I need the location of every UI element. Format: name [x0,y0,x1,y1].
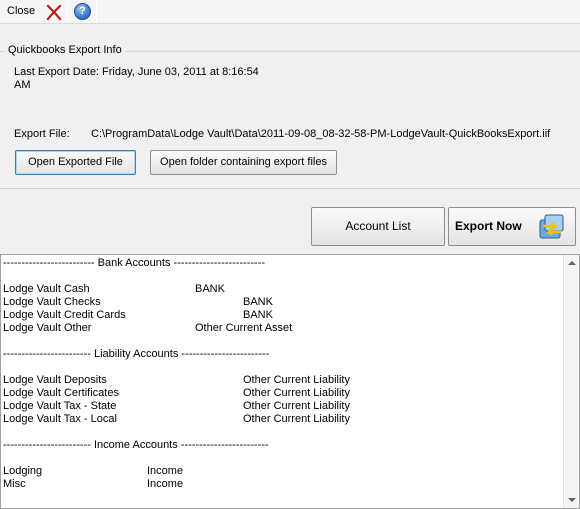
toolbar-separator [67,2,68,22]
export-now-button[interactable]: Export Now [448,207,576,246]
list-item: Lodge Vault Deposits Other Current Liabil… [3,374,350,386]
scroll-down-icon[interactable] [568,498,576,502]
income-header: ------------------------ Income Accounts… [3,439,269,451]
open-exported-file-button[interactable]: Open Exported File [15,150,136,175]
toolbar-separator [96,2,97,22]
close-x-icon[interactable] [45,3,63,21]
list-item: Lodge Vault Tax - State Other Current Lia… [3,400,350,412]
scroll-up-icon[interactable] [568,261,576,265]
list-item: Lodge Vault Certificates Other Current Li… [3,387,350,399]
list-item: Lodging Income [3,465,184,477]
vertical-scrollbar[interactable] [563,255,579,508]
accounts-textarea[interactable]: ------------------------- Bank Accounts … [0,254,580,509]
last-export-date: Last Export Date: Friday, June 03, 2011 … [14,66,264,92]
account-list-button[interactable]: Account List [311,207,445,246]
close-label[interactable]: Close [7,5,35,17]
list-item: Lodge Vault Cash BANK [3,283,225,295]
export-file-label: Export File: [14,128,70,140]
export-now-label: Export Now [455,219,522,233]
last-export-line1: Last Export Date: Friday, June 03, 2011 … [14,66,259,78]
divider [0,188,580,189]
list-item: Lodge Vault Other Other Current Asset [3,322,293,334]
list-item: Misc Income [3,478,184,490]
export-file-path: C:\ProgramData\Lodge Vault\Data\2011-09-… [91,128,551,140]
group-title: Quickbooks Export Info [5,44,125,56]
liability-header: ------------------------ Liability Accou… [3,348,270,360]
list-item: Lodge Vault Tax - Local Other Current Lia… [3,413,350,425]
accounts-list: ------------------------- Bank Accounts … [3,257,563,491]
toolbar: Close ? [0,0,580,24]
open-folder-button[interactable]: Open folder containing export files [150,150,337,175]
list-item: Lodge Vault Credit Cards BANK [3,309,273,321]
list-item: Lodge Vault Checks BANK [3,296,273,308]
export-arrows-icon [539,214,564,239]
bank-header: ------------------------- Bank Accounts … [3,257,266,269]
help-icon[interactable]: ? [74,3,91,20]
last-export-line2: AM [14,79,31,91]
